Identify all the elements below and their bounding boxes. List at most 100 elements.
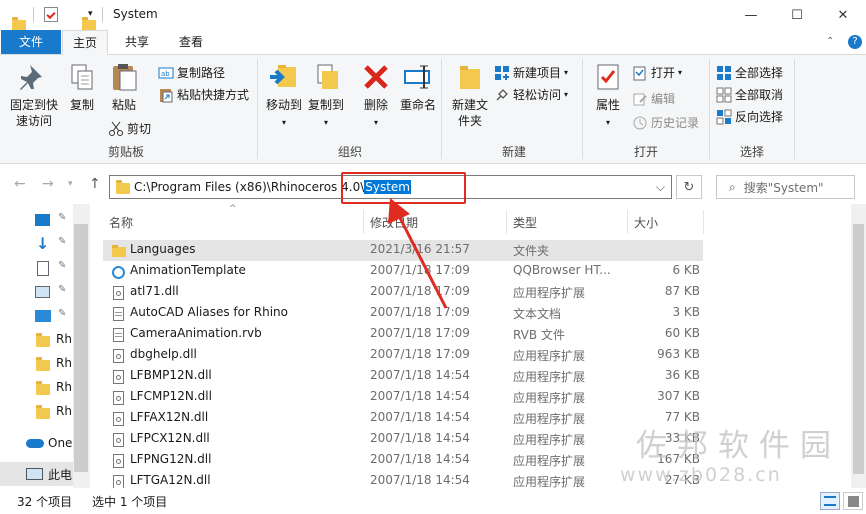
properties-quick-icon[interactable] <box>44 7 58 22</box>
maximize-button[interactable]: ☐ <box>774 0 820 30</box>
minimize-button[interactable]: — <box>728 0 774 30</box>
move-to-icon <box>270 65 296 87</box>
easy-access-dropdown-icon[interactable]: ▾ <box>564 85 568 105</box>
details-view-button[interactable] <box>820 492 840 510</box>
table-row[interactable]: LFPNG12N.dll 2007/1/18 14:54 应用程序扩展 167 KB <box>103 450 703 471</box>
table-row[interactable]: CameraAnimation.rvb 2007/1/18 17:09 RVB 文件… <box>103 324 703 345</box>
collapse-ribbon-icon[interactable]: ⌃ <box>826 36 834 47</box>
file-size: 87 KB <box>664 284 700 298</box>
address-dropdown-icon[interactable]: ⌵ <box>656 180 665 195</box>
open-icon <box>633 66 646 81</box>
back-arrow-icon[interactable]: ← <box>14 176 26 192</box>
open-dropdown-icon[interactable]: ▾ <box>678 63 682 83</box>
open-button[interactable]: 打开 ▾ <box>632 63 682 83</box>
edit-icon <box>633 93 647 106</box>
folder-icon <box>112 243 126 258</box>
recent-locations-icon[interactable]: ▾ <box>68 179 73 189</box>
column-size[interactable]: 大小 <box>634 214 658 231</box>
file-type: 应用程序扩展 <box>513 433 586 447</box>
column-divider[interactable] <box>363 210 364 234</box>
forward-arrow-icon[interactable]: → <box>42 176 54 192</box>
group-new: 新建文件夹 新建项目 ▾ 轻松访问 ▾ 新建 <box>444 55 584 163</box>
new-item-icon <box>495 66 509 80</box>
dll-file-icon <box>112 390 125 405</box>
group-label-open: 打开 <box>633 145 658 159</box>
file-type: 应用程序扩展 <box>513 370 586 384</box>
move-to-dropdown-icon[interactable]: ▾ <box>282 118 286 127</box>
paste-shortcut-button[interactable]: 粘贴快捷方式 <box>158 85 249 105</box>
ribbon-tabs: 文件 主页 共享 查看 ⌃ ? <box>0 30 866 55</box>
search-input[interactable]: ⌕ 搜索"System" <box>716 175 855 199</box>
group-select: 全部选择 全部取消 反向选择 选择 <box>712 55 792 163</box>
file-name: atl71.dll <box>130 284 179 298</box>
up-arrow-icon[interactable]: ↑ <box>89 176 101 192</box>
select-all-icon <box>717 66 731 80</box>
folder-icon <box>36 381 50 395</box>
table-row[interactable]: LFTGA12N.dll 2007/1/18 14:54 应用程序扩展 27 KB <box>103 471 703 488</box>
edit-button[interactable]: 编辑 <box>632 89 675 109</box>
tab-file[interactable]: 文件 <box>1 30 61 54</box>
customize-toolbar-icon[interactable]: ▾ <box>88 9 93 19</box>
dll-file-icon <box>112 453 125 468</box>
file-list-scrollbar[interactable] <box>851 204 866 488</box>
invert-selection-button[interactable]: 反向选择 <box>716 107 783 127</box>
copy-to-button[interactable]: 复制到 ▾ <box>304 61 348 131</box>
history-button[interactable]: 历史记录 <box>632 113 699 133</box>
group-clipboard: 固定到快速访问 复制 粘贴 ab 复制路径 粘贴快捷方式 剪切 剪贴板 <box>0 55 252 163</box>
move-to-button[interactable]: 移动到 ▾ <box>262 61 306 131</box>
search-icon: ⌕ <box>729 179 736 194</box>
scissors-icon <box>109 121 123 136</box>
table-row[interactable]: LFPCX12N.dll 2007/1/18 14:54 应用程序扩展 33 KB <box>103 429 703 450</box>
new-folder-quick-icon[interactable] <box>82 16 96 31</box>
tab-view[interactable]: 查看 <box>168 30 214 54</box>
close-button[interactable]: ✕ <box>820 0 866 30</box>
copy-button[interactable]: 复制 <box>64 61 100 113</box>
tab-home[interactable]: 主页 <box>62 30 108 55</box>
file-date: 2007/1/18 14:54 <box>370 431 470 445</box>
column-type[interactable]: 类型 <box>513 214 537 231</box>
cut-button[interactable]: 剪切 <box>108 119 151 139</box>
navigation-pane-scroll-thumb[interactable] <box>74 224 88 472</box>
cloud-icon <box>26 439 44 448</box>
pin-icon: ✎ <box>58 308 67 319</box>
item-count: 32 个项目 <box>17 495 73 509</box>
file-list-scroll-thumb[interactable] <box>853 224 864 474</box>
select-all-button[interactable]: 全部选择 <box>716 63 783 83</box>
delete-button[interactable]: 删除 ▾ <box>356 61 396 131</box>
column-divider[interactable] <box>703 210 704 234</box>
title-bar: ▾ System — ☐ ✕ <box>0 0 866 31</box>
properties-button[interactable]: 属性 ▾ <box>588 61 628 131</box>
select-none-button[interactable]: 全部取消 <box>716 85 783 105</box>
dll-file-icon <box>112 432 125 447</box>
copy-to-dropdown-icon[interactable]: ▾ <box>324 118 328 127</box>
delete-dropdown-icon[interactable]: ▾ <box>374 118 378 127</box>
table-row[interactable]: LFBMP12N.dll 2007/1/18 14:54 应用程序扩展 36 KB <box>103 366 703 387</box>
help-icon[interactable]: ? <box>848 35 862 49</box>
table-row[interactable]: LFCMP12N.dll 2007/1/18 14:54 应用程序扩展 307 KB <box>103 387 703 408</box>
column-divider[interactable] <box>506 210 507 234</box>
paste-icon <box>113 64 137 91</box>
tab-share[interactable]: 共享 <box>114 30 160 54</box>
rename-button[interactable]: 重命名 <box>396 61 440 113</box>
new-folder-button[interactable]: 新建文件夹 <box>448 61 492 129</box>
pin-quick-access-button[interactable]: 固定到快速访问 <box>6 61 62 129</box>
large-icons-view-icon <box>848 496 859 507</box>
refresh-button[interactable]: ↻ <box>676 175 702 199</box>
file-type: 应用程序扩展 <box>513 454 586 468</box>
table-row[interactable]: dbghelp.dll 2007/1/18 17:09 应用程序扩展 963 KB <box>103 345 703 366</box>
file-type: 文本文档 <box>513 307 562 321</box>
large-icons-view-button[interactable] <box>843 492 863 510</box>
new-item-dropdown-icon[interactable]: ▾ <box>564 63 568 83</box>
copy-path-button[interactable]: ab 复制路径 <box>158 63 225 83</box>
selected-count: 选中 1 个项目 <box>92 495 168 509</box>
paste-button[interactable]: 粘贴 <box>104 61 144 113</box>
file-type: 应用程序扩展 <box>513 475 586 488</box>
computer-icon <box>26 468 43 480</box>
column-divider[interactable] <box>627 210 628 234</box>
table-row[interactable]: LFFAX12N.dll 2007/1/18 14:54 应用程序扩展 77 KB <box>103 408 703 429</box>
easy-access-button[interactable]: 轻松访问 ▾ <box>494 85 568 105</box>
properties-dropdown-icon[interactable]: ▾ <box>606 118 610 127</box>
column-name[interactable]: 名称 <box>109 214 133 231</box>
group-organize: 移动到 ▾ 复制到 ▾ 删除 ▾ 重命名 组织 <box>260 55 440 163</box>
new-item-button[interactable]: 新建项目 ▾ <box>494 63 568 83</box>
